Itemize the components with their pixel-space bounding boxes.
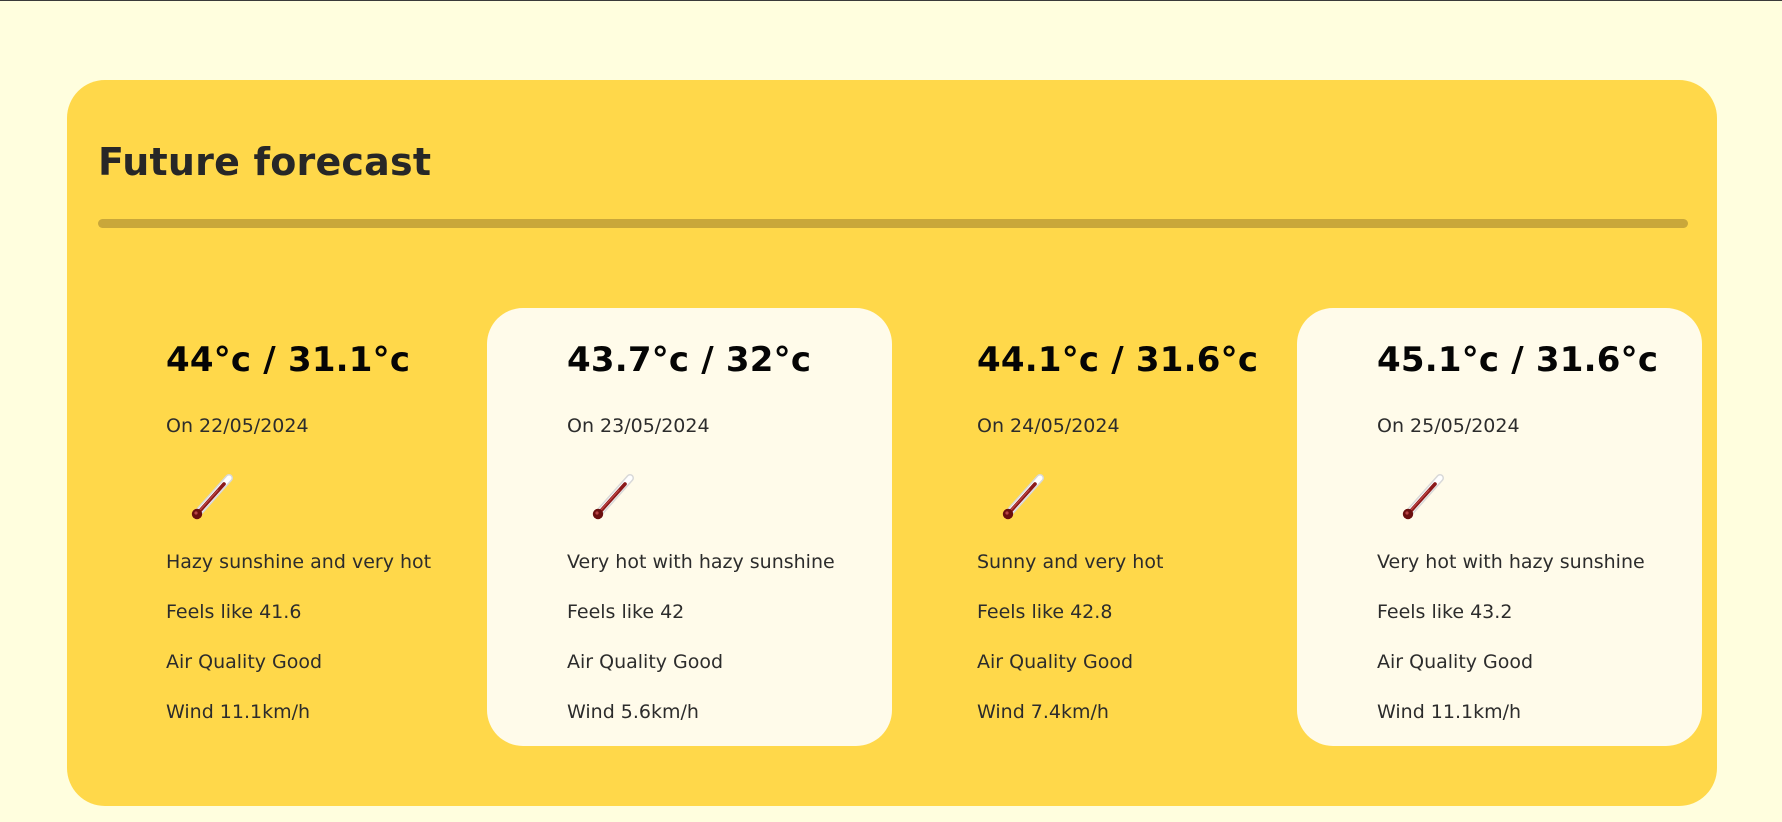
forecast-date: On 22/05/2024 bbox=[166, 415, 309, 437]
temperature-range: 44.1°c / 31.6°c bbox=[977, 340, 1259, 380]
title-divider bbox=[98, 219, 1688, 228]
forecast-date: On 25/05/2024 bbox=[1377, 415, 1520, 437]
weather-condition: Very hot with hazy sunshine bbox=[567, 551, 835, 573]
forecast-date: On 24/05/2024 bbox=[977, 415, 1120, 437]
forecast-card: 43.7°c / 32°c On 23/05/2024 Very hot wit… bbox=[487, 308, 892, 746]
wind-speed: Wind 11.1km/h bbox=[166, 701, 311, 723]
air-quality: Air Quality Good bbox=[166, 651, 323, 673]
temperature-range: 44°c / 31.1°c bbox=[166, 340, 411, 380]
air-quality: Air Quality Good bbox=[977, 651, 1134, 673]
weather-condition: Sunny and very hot bbox=[977, 551, 1164, 573]
forecast-date: On 23/05/2024 bbox=[567, 415, 710, 437]
weather-condition: Very hot with hazy sunshine bbox=[1377, 551, 1645, 573]
weather-condition: Hazy sunshine and very hot bbox=[166, 551, 432, 573]
temperature-range: 43.7°c / 32°c bbox=[567, 340, 812, 380]
feels-like: Feels like 42.8 bbox=[977, 601, 1113, 623]
forecast-card: 44.1°c / 31.6°c On 24/05/2024 Sunny and … bbox=[897, 308, 1302, 746]
forecast-title: Future forecast bbox=[98, 140, 432, 184]
thermometer-icon bbox=[188, 470, 238, 522]
feels-like: Feels like 41.6 bbox=[166, 601, 302, 623]
wind-speed: Wind 7.4km/h bbox=[977, 701, 1109, 723]
feels-like: Feels like 43.2 bbox=[1377, 601, 1513, 623]
feels-like: Feels like 42 bbox=[567, 601, 685, 623]
thermometer-icon bbox=[999, 470, 1049, 522]
air-quality: Air Quality Good bbox=[1377, 651, 1534, 673]
forecast-card: 45.1°c / 31.6°c On 25/05/2024 Very hot w… bbox=[1297, 308, 1702, 746]
wind-speed: Wind 11.1km/h bbox=[1377, 701, 1522, 723]
forecast-panel: Future forecast 44°c / 31.1°c On 22/05/2… bbox=[67, 80, 1717, 806]
temperature-range: 45.1°c / 31.6°c bbox=[1377, 340, 1659, 380]
wind-speed: Wind 5.6km/h bbox=[567, 701, 699, 723]
air-quality: Air Quality Good bbox=[567, 651, 724, 673]
forecast-card: 44°c / 31.1°c On 22/05/2024 Hazy sunshin… bbox=[86, 308, 491, 746]
thermometer-icon bbox=[1399, 470, 1449, 522]
thermometer-icon bbox=[589, 470, 639, 522]
